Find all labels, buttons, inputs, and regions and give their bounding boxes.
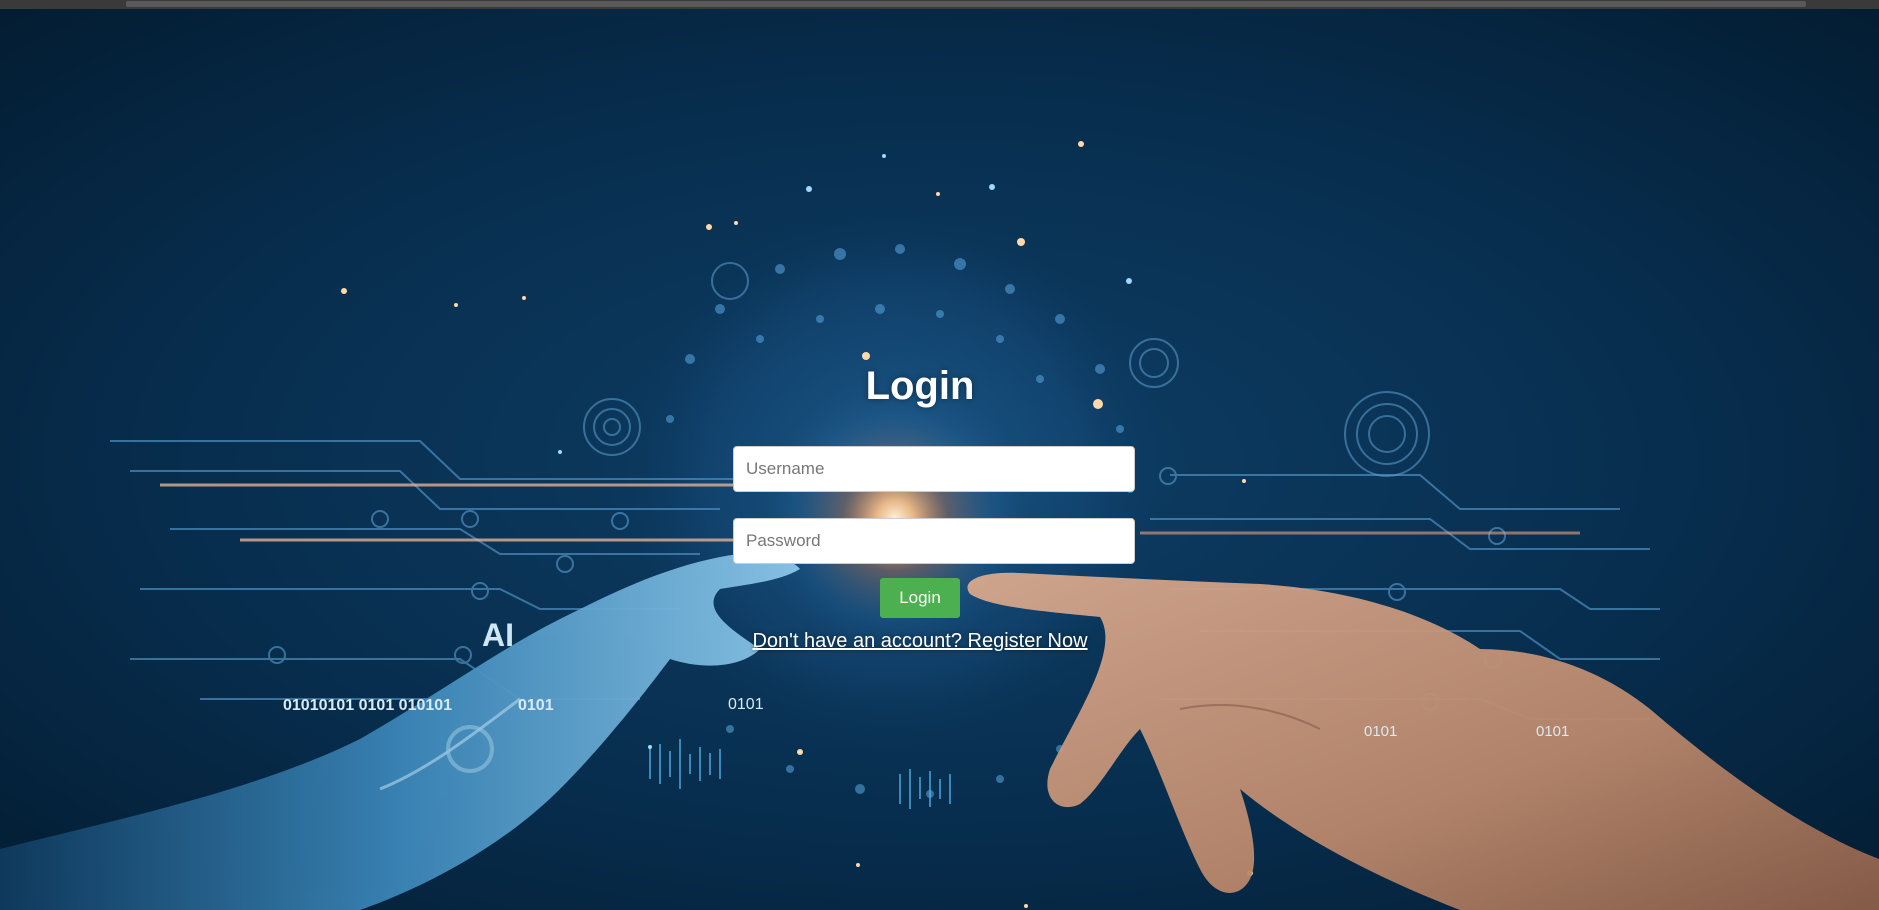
login-page: AI 01010101 0101 010101 0101 0101 0101 0… <box>0 0 1879 910</box>
register-link[interactable]: Don't have an account? Register Now <box>0 628 1840 654</box>
password-input[interactable] <box>733 518 1135 564</box>
login-form: Login Login Don't have an account? Regis… <box>0 0 1879 910</box>
login-button[interactable]: Login <box>880 578 960 618</box>
login-title: Login <box>865 364 975 408</box>
browser-scrollbar[interactable] <box>0 0 1879 9</box>
scrollbar-thumb[interactable] <box>126 1 1806 7</box>
username-input[interactable] <box>733 446 1135 492</box>
